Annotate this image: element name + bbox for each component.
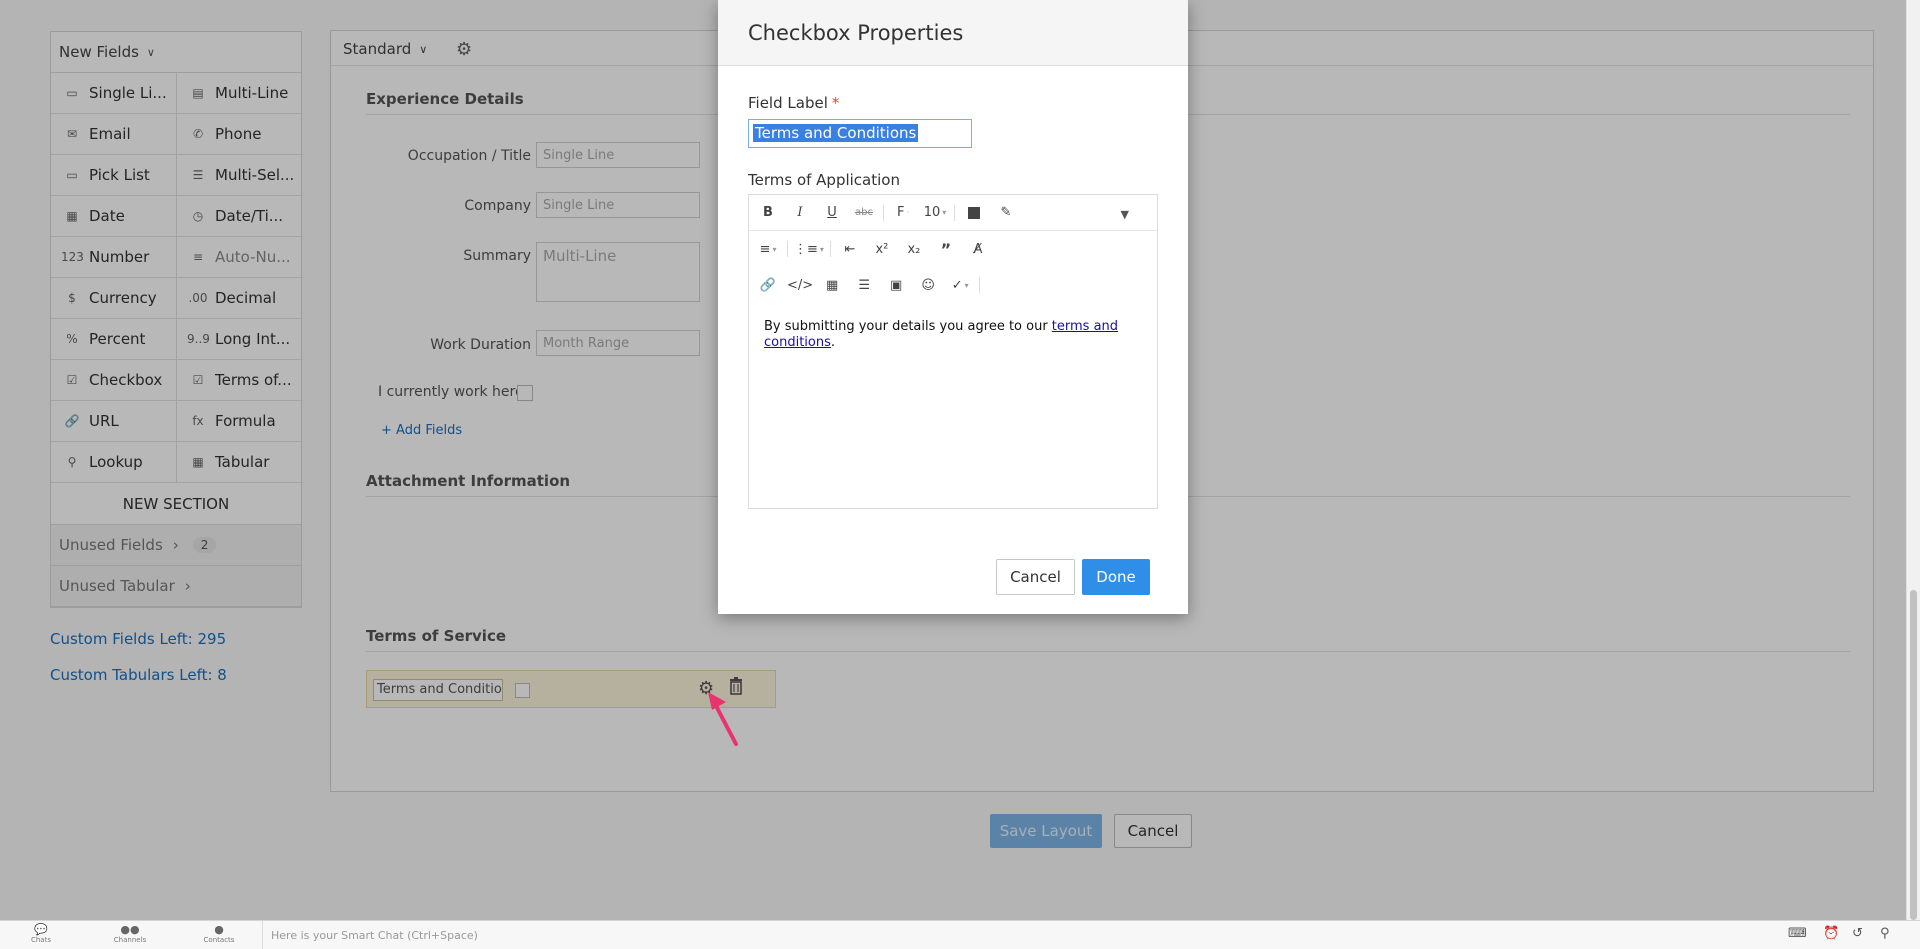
channels-icon: ●●	[120, 923, 140, 936]
subscript-icon[interactable]: x₂	[901, 237, 927, 261]
link-icon[interactable]: 🔗	[755, 273, 781, 297]
rich-text-editor[interactable]: B I U abc F ⋅ 10 ▾ ✎ ≡ ▾ ⋮≡ ▾ ⇤ x² x₂ ” A̸ 🔗…	[748, 194, 1158, 509]
strikethrough-icon[interactable]: abc	[851, 201, 877, 225]
font-size-dropdown[interactable]: 10 ▾	[922, 201, 948, 225]
outdent-icon[interactable]: ⇤	[837, 237, 863, 261]
done-button[interactable]: Done	[1082, 559, 1150, 595]
required-asterisk: *	[831, 94, 840, 112]
vertical-scrollbar[interactable]	[1906, 0, 1920, 920]
bottom-bar: 💬 Chats ●● Channels ● Contacts Here is your…	[0, 920, 1920, 949]
alarm-icon[interactable]: ⏰	[1823, 926, 1839, 941]
toolbar-expand-icon[interactable]: ▼	[1121, 208, 1129, 221]
clear-format-icon[interactable]: A̸	[965, 237, 991, 261]
editor-toolbar-row: B I U abc F ⋅ 10 ▾ ✎	[749, 195, 1157, 231]
contacts-icon: ●	[214, 923, 224, 936]
terms-of-application-label: Terms of Application	[748, 171, 900, 189]
channels-button[interactable]: ●● Channels	[100, 923, 160, 945]
code-icon[interactable]: </>	[787, 273, 813, 297]
emoji-icon[interactable]: ☺	[915, 273, 941, 297]
editor-content[interactable]: By submitting your details you agree to …	[764, 319, 1144, 351]
font-family-icon[interactable]: F ⋅	[890, 201, 916, 225]
divider	[979, 277, 981, 293]
scrollbar-thumb[interactable]	[1910, 590, 1917, 920]
highlight-pen-icon[interactable]: ✎	[993, 201, 1019, 225]
divider	[954, 204, 955, 221]
cancel-button[interactable]: Cancel	[996, 559, 1075, 595]
text-color-icon[interactable]	[961, 201, 987, 225]
annotation-arrow-icon	[708, 692, 738, 746]
divider	[787, 241, 788, 257]
chat-icon: 💬	[34, 923, 48, 936]
dialog-title: Checkbox Properties	[718, 0, 1188, 66]
field-label-input[interactable]: Terms and Conditions	[748, 119, 972, 148]
field-label-input-value: Terms and Conditions	[753, 124, 919, 142]
italic-icon[interactable]: I	[787, 201, 813, 225]
table-icon[interactable]: ▦	[819, 273, 845, 297]
bulleted-list-icon[interactable]: ⋮≡ ▾	[794, 237, 824, 261]
field-label-heading: Field Label *	[748, 94, 840, 112]
divider	[883, 204, 884, 221]
align-left-icon[interactable]: ≡ ▾	[755, 237, 781, 261]
underline-icon[interactable]: U	[819, 201, 845, 225]
contacts-button[interactable]: ● Contacts	[189, 923, 249, 945]
editor-toolbar-row: 🔗 </> ▦ ☰ ▣ ☺ ✓ ▾	[749, 267, 1157, 303]
editor-toolbar-row: ≡ ▾ ⋮≡ ▾ ⇤ x² x₂ ” A̸	[749, 231, 1157, 267]
spellcheck-icon[interactable]: ✓ ▾	[947, 273, 973, 297]
bold-icon[interactable]: B	[755, 201, 781, 225]
history-icon[interactable]: ↺	[1852, 926, 1863, 941]
image-icon[interactable]: ▣	[883, 273, 909, 297]
divider	[829, 241, 831, 257]
smart-chat-input[interactable]: Here is your Smart Chat (Ctrl+Space)	[262, 921, 478, 949]
chats-button[interactable]: 💬 Chats	[11, 923, 71, 945]
keyboard-icon[interactable]: ⌨	[1788, 926, 1807, 941]
search-icon[interactable]: ⚲	[1880, 926, 1890, 941]
blockquote-icon[interactable]: ”	[933, 237, 959, 261]
checkbox-properties-dialog: Checkbox Properties Field Label * Terms a…	[718, 0, 1188, 614]
numbered-list-icon[interactable]: ☰	[851, 273, 877, 297]
superscript-icon[interactable]: x²	[869, 237, 895, 261]
